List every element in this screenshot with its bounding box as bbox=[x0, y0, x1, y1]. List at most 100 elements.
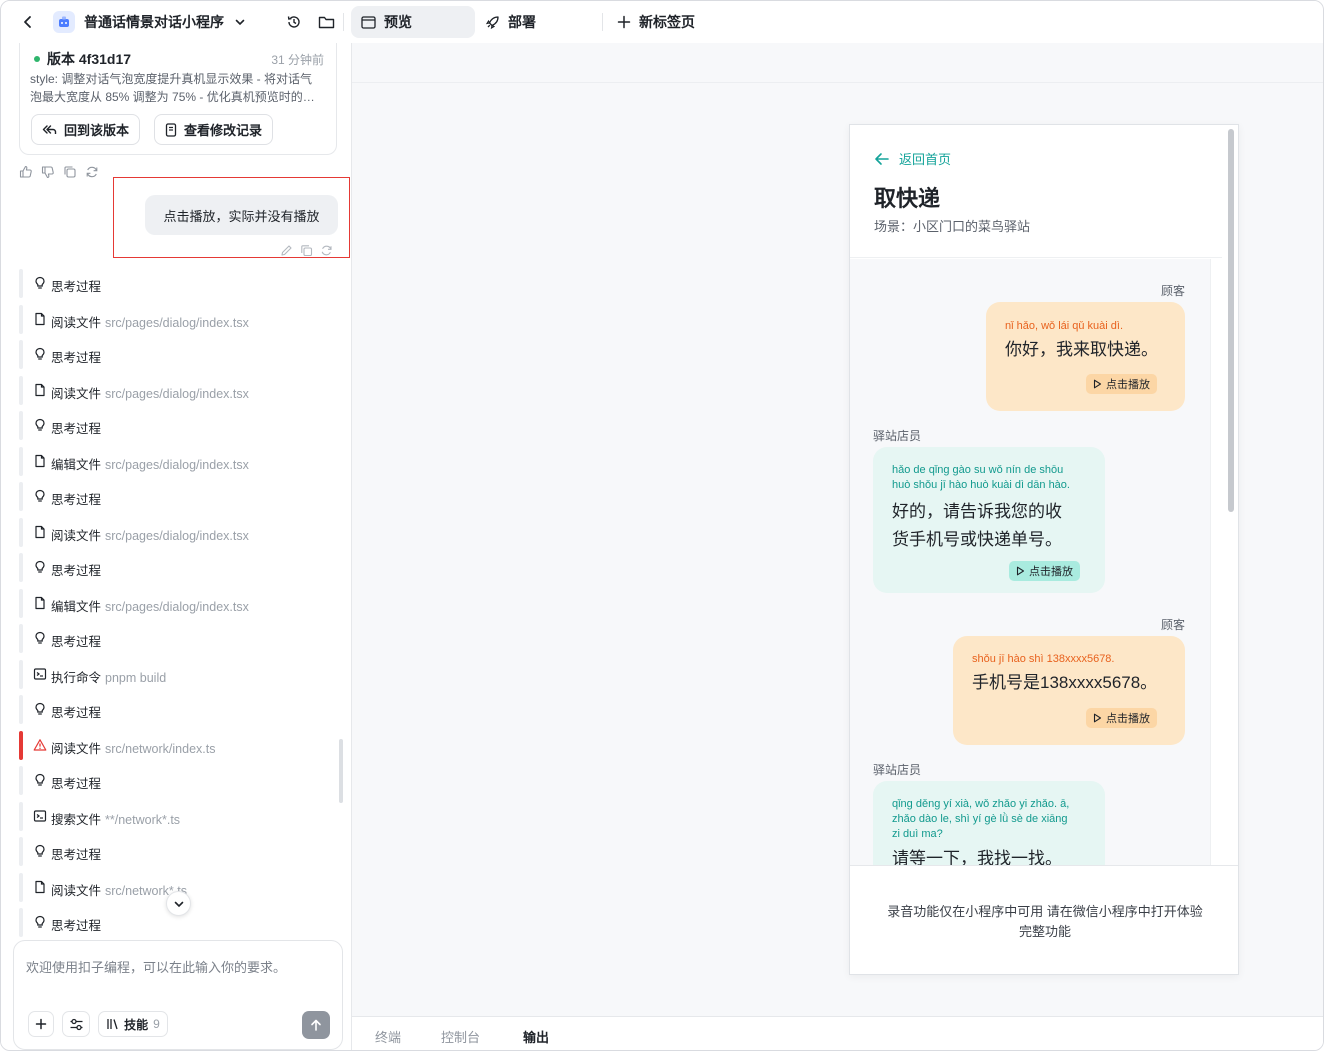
status-dot bbox=[34, 56, 40, 62]
step-path: src/network/index.ts bbox=[105, 741, 216, 756]
copy-icon[interactable] bbox=[300, 244, 313, 257]
skills-label: 技能 bbox=[124, 1017, 149, 1032]
back-button[interactable] bbox=[21, 1, 35, 43]
role-label: 顾客 bbox=[1161, 618, 1186, 632]
step-indicator-bar bbox=[19, 730, 23, 760]
step-indicator-bar bbox=[19, 837, 23, 866]
step-label-group: 阅读文件 src/pages/dialog/index.tsx bbox=[51, 383, 249, 402]
view-changes-button[interactable]: 查看修改记录 bbox=[154, 114, 274, 145]
play-label: 点击播放 bbox=[1106, 379, 1150, 391]
chat-input-placeholder[interactable]: 欢迎使用扣子编程，可以在此输入你的要求。 bbox=[26, 957, 286, 976]
agent-step[interactable]: 思考过程 bbox=[19, 553, 339, 582]
agent-step[interactable]: 思考过程 bbox=[19, 766, 339, 795]
tab-terminal[interactable]: 终端 bbox=[375, 1027, 401, 1046]
version-card: 版本 4f31d17 31 分钟前 style: 调整对话气泡宽度提升真机显示效… bbox=[19, 43, 337, 155]
step-label: 阅读文件 bbox=[51, 528, 102, 543]
step-label-group: 编辑文件 src/pages/dialog/index.tsx bbox=[51, 596, 249, 615]
thumbs-down-icon[interactable] bbox=[41, 165, 55, 179]
agent-step[interactable]: 思考过程 bbox=[19, 411, 339, 440]
add-attachment-button[interactable] bbox=[28, 1011, 54, 1037]
preview-area: 返回首页 取快递 场景：小区门口的菜鸟驿站 顾客 nǐ hǎo, wǒ lái … bbox=[352, 43, 1323, 1050]
hanzi-text: 请等一下，我找一找。 bbox=[892, 849, 1062, 865]
agent-step[interactable]: 思考过程 bbox=[19, 624, 339, 653]
chat-input-box[interactable]: 欢迎使用扣子编程，可以在此输入你的要求。 技能 9 bbox=[13, 940, 343, 1050]
step-indicator-bar bbox=[19, 659, 23, 689]
copy-icon[interactable] bbox=[63, 165, 77, 179]
agent-step[interactable]: 编辑文件 src/pages/dialog/index.tsx bbox=[19, 588, 339, 618]
agent-step[interactable]: 阅读文件 src/pages/dialog/index.tsx bbox=[19, 375, 339, 405]
step-indicator-bar bbox=[19, 872, 23, 902]
step-label-group: 思考过程 bbox=[51, 276, 101, 295]
tab-preview[interactable]: 预览 bbox=[351, 6, 475, 38]
refresh-icon[interactable] bbox=[85, 165, 99, 179]
bottom-panel-tabs: 终端 控制台 输出 bbox=[352, 1016, 1323, 1050]
step-label: 阅读文件 bbox=[51, 386, 102, 401]
send-button[interactable] bbox=[302, 1011, 330, 1039]
role-label: 驿站店员 bbox=[873, 763, 922, 777]
lightbulb-icon bbox=[33, 915, 47, 929]
step-label-group: 思考过程 bbox=[51, 702, 101, 721]
tab-output[interactable]: 输出 bbox=[523, 1027, 549, 1046]
lightbulb-icon bbox=[33, 489, 47, 503]
pinyin-text: qǐng děng yí xià, wǒ zhǎo yi zhǎo. ā, bbox=[892, 798, 1070, 810]
play-button[interactable]: 点击播放 bbox=[1086, 708, 1157, 728]
reply-back-icon bbox=[42, 124, 57, 136]
pinyin-text: shǒu jī hào shì 138xxxx5678. bbox=[972, 653, 1115, 665]
arrow-up-icon bbox=[309, 1018, 323, 1032]
step-indicator-bar bbox=[19, 588, 23, 618]
chat-scrollbar[interactable] bbox=[339, 739, 343, 803]
step-path: src/pages/dialog/index.tsx bbox=[105, 315, 249, 330]
agent-step[interactable]: 思考过程 bbox=[19, 482, 339, 511]
history-button[interactable] bbox=[286, 1, 302, 43]
dialog-header: 返回首页 取快递 场景：小区门口的菜鸟驿站 bbox=[850, 125, 1222, 258]
folder-button[interactable] bbox=[318, 1, 335, 43]
agent-step[interactable]: 阅读文件 src/pages/dialog/index.tsx bbox=[19, 304, 339, 334]
step-label-group: 思考过程 bbox=[51, 418, 101, 437]
settings-button[interactable] bbox=[62, 1011, 90, 1037]
step-path: src/pages/dialog/index.tsx bbox=[105, 386, 249, 401]
scroll-to-bottom-button[interactable] bbox=[166, 891, 191, 916]
skills-button[interactable]: 技能 9 bbox=[98, 1011, 168, 1037]
tab-preview-label: 预览 bbox=[384, 14, 412, 30]
play-label: 点击播放 bbox=[1029, 566, 1073, 578]
step-indicator-bar bbox=[19, 304, 23, 334]
play-icon bbox=[1093, 379, 1102, 389]
agent-step[interactable]: 搜索文件 **/network*.ts bbox=[19, 801, 339, 831]
tab-deploy[interactable]: 部署 bbox=[475, 6, 546, 38]
edit-icon[interactable] bbox=[280, 244, 293, 257]
project-title: 普通话情景对话小程序 bbox=[84, 14, 224, 30]
agent-step[interactable]: 思考过程 bbox=[19, 837, 339, 866]
phone-scrollbar[interactable] bbox=[1228, 129, 1234, 512]
step-indicator-bar bbox=[19, 446, 23, 476]
step-label: 编辑文件 bbox=[51, 599, 102, 614]
step-label: 思考过程 bbox=[51, 777, 102, 791]
agent-step[interactable]: 阅读文件 src/network/index.ts bbox=[19, 730, 339, 760]
thumbs-up-icon[interactable] bbox=[19, 165, 33, 179]
role-label: 驿站店员 bbox=[873, 429, 922, 443]
step-indicator-bar bbox=[19, 766, 23, 795]
file-icon bbox=[33, 525, 47, 539]
tab-new[interactable]: 新标签页 bbox=[607, 6, 705, 38]
file-icon bbox=[33, 880, 47, 894]
refresh-icon[interactable] bbox=[320, 244, 333, 257]
agent-step[interactable]: 执行命令 pnpm build bbox=[19, 659, 339, 689]
step-indicator-bar bbox=[19, 340, 23, 369]
agent-step[interactable]: 阅读文件 src/pages/dialog/index.tsx bbox=[19, 517, 339, 547]
project-switcher[interactable]: 普通话情景对话小程序 bbox=[53, 1, 246, 43]
view-changes-label: 查看修改记录 bbox=[184, 123, 263, 138]
agent-step[interactable]: 编辑文件 src/pages/dialog/index.tsx bbox=[19, 446, 339, 476]
agent-step[interactable]: 思考过程 bbox=[19, 269, 339, 298]
step-path: src/pages/dialog/index.tsx bbox=[105, 457, 249, 472]
version-description-line: 泡最大宽度从 85% 调整为 75% - 优化真机预览时的… bbox=[30, 90, 315, 104]
tab-console[interactable]: 控制台 bbox=[441, 1027, 480, 1046]
agent-step[interactable]: 思考过程 bbox=[19, 340, 339, 369]
step-label-group: 思考过程 bbox=[51, 489, 101, 508]
recording-notice-line: 录音功能仅在小程序中可用 请在微信小程序中打开体验 bbox=[887, 904, 1203, 919]
play-label: 点击播放 bbox=[1106, 713, 1150, 725]
step-indicator-bar bbox=[19, 375, 23, 405]
play-button[interactable]: 点击播放 bbox=[1009, 561, 1080, 581]
revert-version-button[interactable]: 回到该版本 bbox=[31, 114, 141, 145]
agent-step[interactable]: 思考过程 bbox=[19, 695, 339, 724]
play-button[interactable]: 点击播放 bbox=[1086, 374, 1157, 394]
back-home-link[interactable]: 返回首页 bbox=[874, 149, 951, 168]
